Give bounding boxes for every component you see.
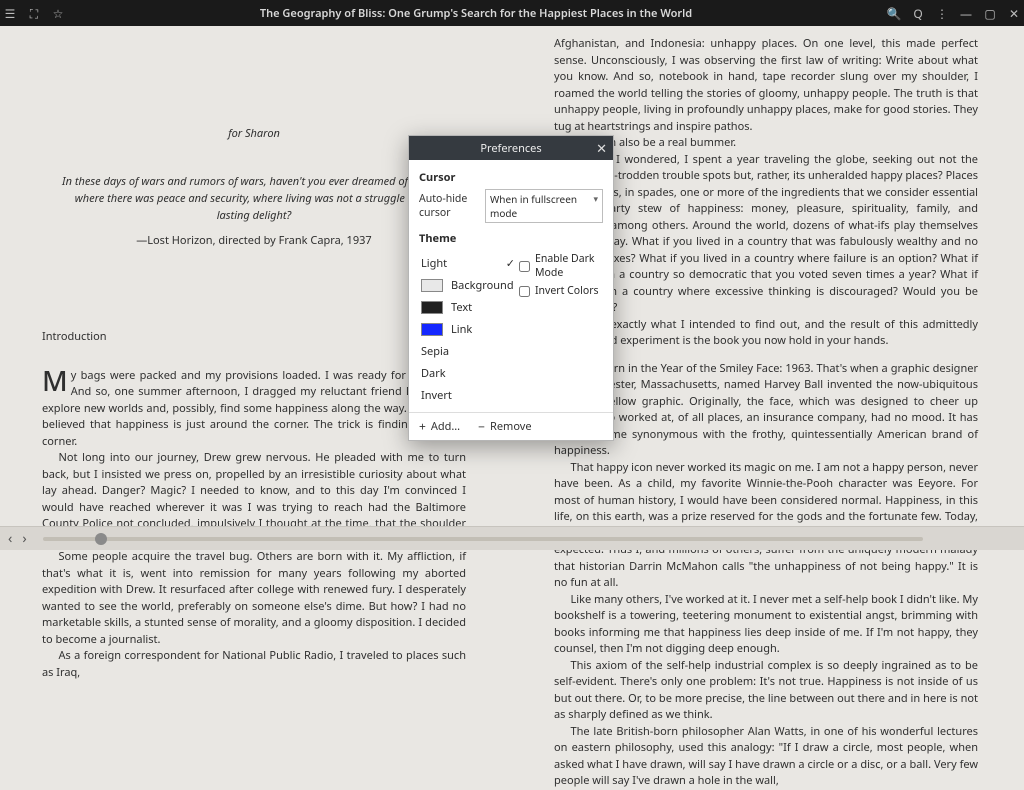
theme-option-background[interactable]: Background (419, 274, 515, 296)
fullscreen-icon[interactable]: ⛶ (28, 7, 40, 19)
bookmark-star-icon[interactable]: ☆ (52, 7, 64, 19)
window-title: The Geography of Bliss: One Grump's Sear… (64, 6, 888, 21)
plus-icon: + (419, 421, 426, 433)
menu-icon[interactable]: ⋮ (936, 7, 948, 19)
swatch-icon (421, 323, 443, 336)
progress-slider[interactable] (43, 537, 923, 541)
epigraph-attribution: —Lost Horizon, directed by Frank Capra, … (42, 233, 466, 250)
preferences-dialog: Preferences ✕ Cursor Auto-hide cursor Wh… (408, 135, 614, 441)
maximize-icon[interactable]: ▢ (984, 7, 996, 19)
theme-option-light[interactable]: Light (419, 252, 515, 274)
theme-option-text[interactable]: Text (419, 296, 515, 318)
invert-colors-checkbox[interactable]: Invert Colors (519, 284, 603, 298)
titlebar: ☰ ⛶ ☆ The Geography of Bliss: One Grump'… (0, 0, 1024, 26)
theme-option-link[interactable]: Link (419, 318, 515, 340)
body-paragraph: I was born in the Year of the Smiley Fac… (554, 361, 978, 460)
zoom-icon[interactable]: Q (912, 7, 924, 19)
dropcap: M (42, 368, 71, 394)
next-page-icon[interactable]: › (22, 529, 26, 548)
dedication: for Sharon (42, 126, 466, 143)
footer-nav: ‹ › (0, 526, 1024, 550)
theme-option-dark[interactable]: Dark (419, 362, 515, 384)
add-theme-button[interactable]: +Add… (419, 419, 460, 434)
minimize-icon[interactable]: — (960, 7, 972, 19)
search-icon[interactable]: 🔍 (888, 7, 900, 19)
checkbox-input[interactable] (519, 261, 530, 272)
body-paragraph: Afghanistan, and Indonesia: unhappy plac… (554, 36, 978, 135)
theme-option-invert[interactable]: Invert (419, 384, 515, 406)
chapter-heading: Introduction (42, 329, 466, 346)
swatch-icon (421, 301, 443, 314)
close-window-icon[interactable]: ✕ (1008, 7, 1020, 19)
epigraph: In these days of wars and rumors of wars… (42, 173, 466, 224)
theme-list: Light Background Text Link Sepia Dark In… (419, 252, 515, 406)
swatch-icon (421, 279, 443, 292)
autohide-select[interactable]: When in fullscreen mode (485, 189, 603, 223)
body-paragraph: The late British-born philosopher Alan W… (554, 724, 978, 790)
enable-dark-mode-checkbox[interactable]: Enable Dark Mode (519, 252, 603, 280)
body-paragraph: They can also be a real bummer. (554, 135, 978, 152)
minus-icon: − (478, 421, 485, 433)
remove-theme-button[interactable]: −Remove (478, 419, 531, 434)
body-paragraph: My bags were packed and my provisions lo… (42, 368, 466, 451)
theme-option-sepia[interactable]: Sepia (419, 340, 515, 362)
body-paragraph: As a foreign correspondent for National … (42, 648, 466, 681)
body-paragraph: That is exactly what I intended to find … (554, 317, 978, 350)
body-paragraph: Some people acquire the travel bug. Othe… (42, 549, 466, 648)
autohide-label: Auto-hide cursor (419, 192, 479, 220)
checkbox-input[interactable] (519, 286, 530, 297)
body-paragraph: Like many others, I've worked at it. I n… (554, 592, 978, 658)
progress-slider-knob[interactable] (95, 533, 107, 545)
dialog-titlebar[interactable]: Preferences ✕ (409, 136, 613, 160)
prev-page-icon[interactable]: ‹ (8, 529, 12, 548)
body-paragraph: This axiom of the self-help industrial c… (554, 658, 978, 724)
section-cursor: Cursor (419, 170, 603, 185)
body-paragraph: What if, I wondered, I spent a year trav… (554, 152, 978, 317)
dialog-title: Preferences (480, 141, 541, 156)
toc-icon[interactable]: ☰ (4, 7, 16, 19)
close-icon[interactable]: ✕ (596, 139, 607, 157)
section-theme: Theme (419, 231, 603, 246)
